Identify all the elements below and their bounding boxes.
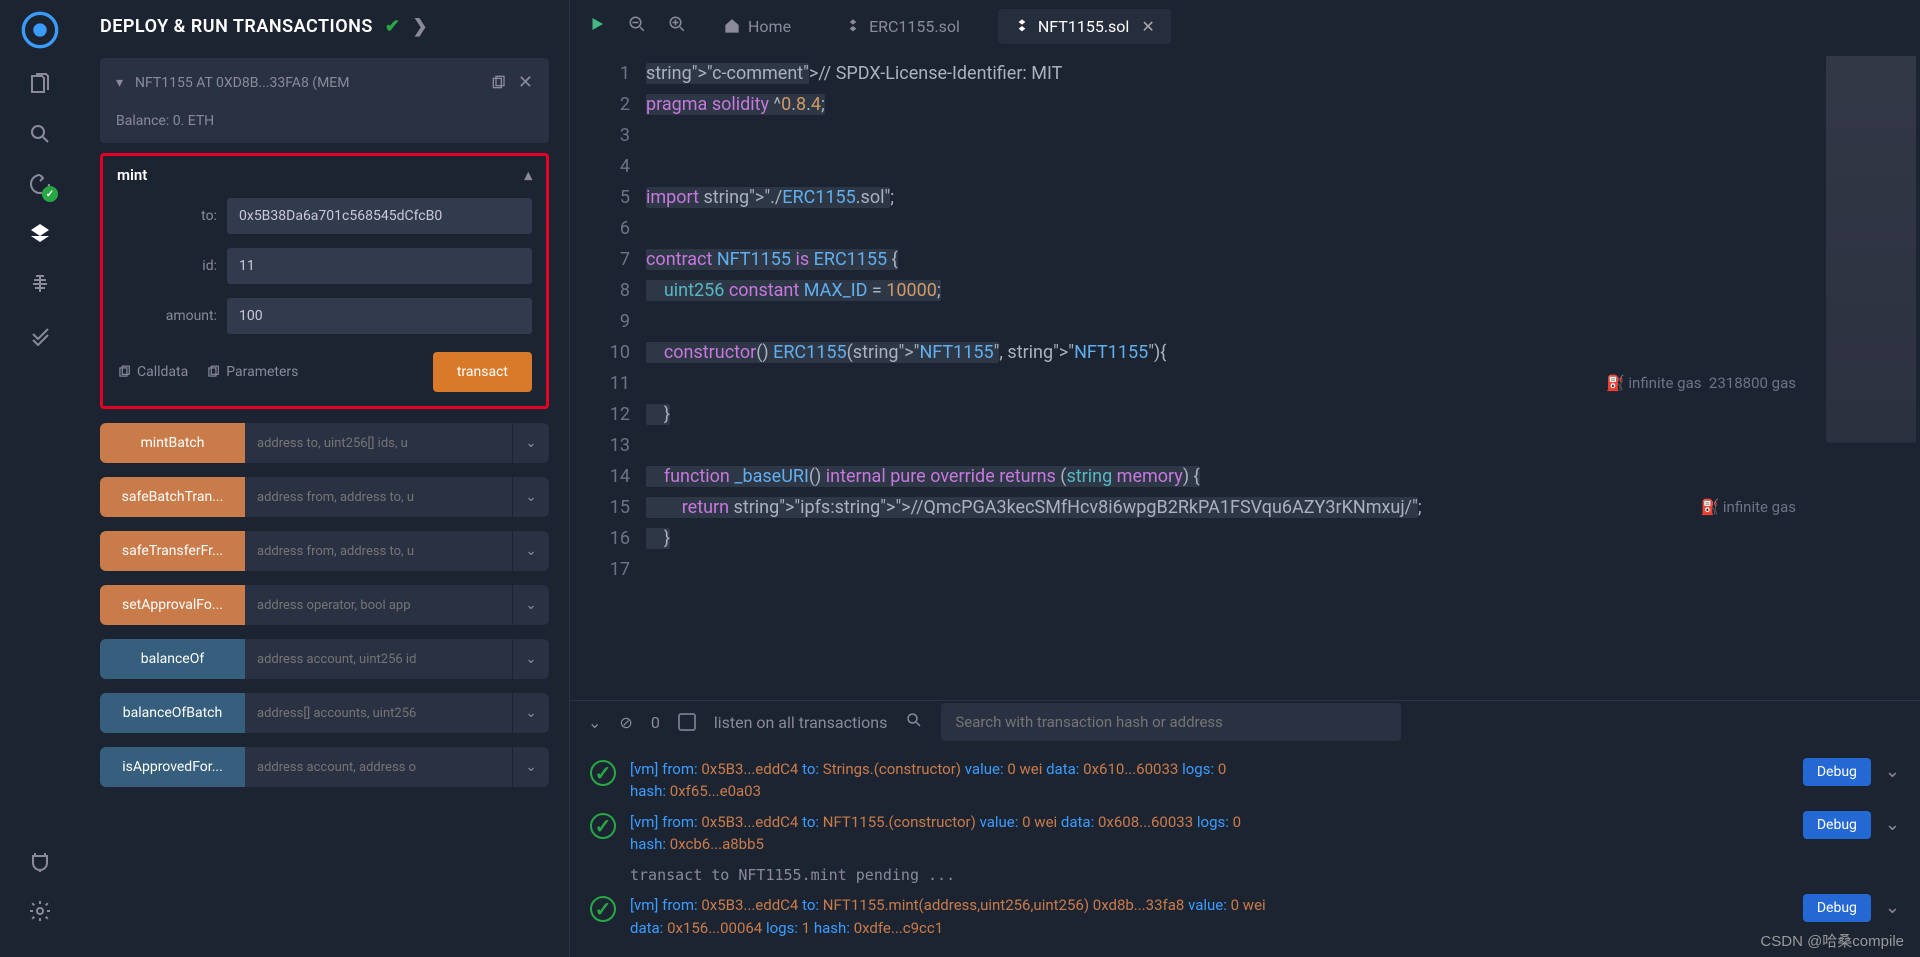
main-area: Home ERC1155.sol NFT1155.sol ✕ 123456789… xyxy=(570,0,1920,957)
fn-expand-icon[interactable]: ⌄ xyxy=(513,693,549,733)
search-icon[interactable] xyxy=(24,118,56,150)
contract-balance: Balance: 0. ETH xyxy=(116,113,533,129)
tx-row: ✓ [vm] from: 0x5B3...eddC4 to: NFT1155.m… xyxy=(590,894,1900,939)
copy-parameters-button[interactable]: Parameters xyxy=(206,364,298,380)
term-search-icon[interactable] xyxy=(905,711,923,733)
fn-args-input[interactable] xyxy=(245,531,512,571)
deploy-icon[interactable] xyxy=(24,218,56,250)
copy-address-icon[interactable] xyxy=(490,75,506,91)
terminal-toolbar: ⌄ ⊘ 0 listen on all transactions xyxy=(570,700,1920,744)
contract-title: NFT1155 AT 0XD8B...33FA8 (MEM xyxy=(135,75,478,91)
debug-button[interactable]: Debug xyxy=(1803,811,1871,839)
fn-expand-icon[interactable]: ⌄ xyxy=(513,585,549,625)
mint-to-input[interactable] xyxy=(227,198,532,234)
terminal-clear-icon[interactable]: ⊘ xyxy=(619,713,632,732)
function-row: mintBatch ⌄ xyxy=(100,423,549,463)
line-gutter: 1234567891011121314151617 xyxy=(570,52,642,700)
close-tab-icon[interactable]: ✕ xyxy=(1141,17,1154,36)
function-row: balanceOf ⌄ xyxy=(100,639,549,679)
pending-count: 0 xyxy=(651,713,660,732)
fn-button-isApprovedFor[interactable]: isApprovedFor... xyxy=(100,747,245,787)
settings-icon[interactable] xyxy=(24,895,56,927)
fn-expand-icon[interactable]: ⌄ xyxy=(513,423,549,463)
fn-args-input[interactable] xyxy=(245,693,512,733)
fn-button-safeBatchTran[interactable]: safeBatchTran... xyxy=(100,477,245,517)
fn-args-input[interactable] xyxy=(245,477,512,517)
copy-calldata-button[interactable]: Calldata xyxy=(117,364,188,380)
mint-id-label: id: xyxy=(117,258,217,274)
plugin-icon[interactable] xyxy=(24,845,56,877)
deploy-panel: DEPLOY & RUN TRANSACTIONS ✔ ❯ ▾ NFT1155 … xyxy=(80,0,570,957)
debugger-icon[interactable] xyxy=(24,268,56,300)
tx-pending-line: transact to NFT1155.mint pending ... xyxy=(630,864,1900,887)
debug-button[interactable]: Debug xyxy=(1803,894,1871,922)
mint-to-label: to: xyxy=(117,208,217,224)
fn-expand-icon[interactable]: ⌄ xyxy=(513,477,549,517)
minimap[interactable] xyxy=(1826,56,1916,700)
debug-button[interactable]: Debug xyxy=(1803,758,1871,786)
code-editor[interactable]: 1234567891011121314151617 string">"c-com… xyxy=(570,52,1920,700)
mint-amount-input[interactable] xyxy=(227,298,532,334)
tab-home[interactable]: Home xyxy=(708,9,807,44)
zoom-in-icon[interactable] xyxy=(668,15,686,37)
mint-id-input[interactable] xyxy=(227,248,532,284)
fn-button-setApprovalFo[interactable]: setApprovalFo... xyxy=(100,585,245,625)
run-icon[interactable] xyxy=(588,15,606,37)
watermark: CSDN @哈桑compile xyxy=(1760,930,1904,951)
transact-button[interactable]: transact xyxy=(433,352,532,392)
check-icon: ✔ xyxy=(385,16,401,37)
tab-nft1155[interactable]: NFT1155.sol ✕ xyxy=(998,9,1171,44)
function-row: safeBatchTran... ⌄ xyxy=(100,477,549,517)
terminal-collapse-icon[interactable]: ⌄ xyxy=(588,713,601,732)
fn-button-balanceOf[interactable]: balanceOf xyxy=(100,639,245,679)
file-explorer-icon[interactable] xyxy=(24,68,56,100)
listen-label: listen on all transactions xyxy=(714,713,888,732)
expand-tx-icon[interactable]: ⌄ xyxy=(1885,758,1900,785)
fn-button-safeTransferFr[interactable]: safeTransferFr... xyxy=(100,531,245,571)
deployed-contract: ▾ NFT1155 AT 0XD8B...33FA8 (MEM ✕ Balanc… xyxy=(100,58,549,143)
fn-args-input[interactable] xyxy=(245,585,512,625)
listen-checkbox[interactable] xyxy=(678,713,696,731)
tx-row: ✓ [vm] from: 0x5B3...eddC4 to: NFT1155.(… xyxy=(590,811,1900,856)
panel-header: DEPLOY & RUN TRANSACTIONS ✔ ❯ xyxy=(100,0,549,52)
zoom-out-icon[interactable] xyxy=(628,15,646,37)
fn-args-input[interactable] xyxy=(245,639,512,679)
editor-toolbar: Home ERC1155.sol NFT1155.sol ✕ xyxy=(570,0,1920,52)
fn-expand-icon[interactable]: ⌄ xyxy=(513,639,549,679)
mint-title: mint xyxy=(117,166,147,184)
close-contract-icon[interactable]: ✕ xyxy=(518,72,533,93)
mint-expanded-box: mint ▴ to: id: amount: Calldata Paramete… xyxy=(100,153,549,409)
fn-args-input[interactable] xyxy=(245,423,512,463)
terminal-output[interactable]: ✓ [vm] from: 0x5B3...eddC4 to: Strings.(… xyxy=(570,744,1920,957)
tx-row: ✓ [vm] from: 0x5B3...eddC4 to: Strings.(… xyxy=(590,758,1900,803)
fn-button-balanceOfBatch[interactable]: balanceOfBatch xyxy=(100,693,245,733)
success-icon: ✓ xyxy=(590,813,616,839)
function-list: mintBatch⌄safeBatchTran...⌄safeTransferF… xyxy=(100,423,549,787)
function-row: balanceOfBatch ⌄ xyxy=(100,693,549,733)
unit-test-icon[interactable] xyxy=(24,318,56,350)
chevron-down-icon[interactable]: ▾ xyxy=(116,75,123,91)
success-icon: ✓ xyxy=(590,760,616,786)
mint-amount-label: amount: xyxy=(117,308,217,324)
fn-button-mintBatch[interactable]: mintBatch xyxy=(100,423,245,463)
fn-expand-icon[interactable]: ⌄ xyxy=(513,747,549,787)
panel-title: DEPLOY & RUN TRANSACTIONS xyxy=(100,16,373,37)
chevron-right-icon[interactable]: ❯ xyxy=(412,16,428,37)
remix-logo xyxy=(20,10,60,50)
left-sidebar: ✓ xyxy=(0,0,80,957)
collapse-icon[interactable]: ▴ xyxy=(524,166,532,184)
expand-tx-icon[interactable]: ⌄ xyxy=(1885,894,1900,921)
function-row: isApprovedFor... ⌄ xyxy=(100,747,549,787)
fn-args-input[interactable] xyxy=(245,747,512,787)
expand-tx-icon[interactable]: ⌄ xyxy=(1885,811,1900,838)
code-body[interactable]: string">"c-comment">// SPDX-License-Iden… xyxy=(642,52,1826,700)
tab-erc1155[interactable]: ERC1155.sol xyxy=(829,9,976,44)
function-row: setApprovalFo... ⌄ xyxy=(100,585,549,625)
term-search-input[interactable] xyxy=(941,703,1401,741)
compiler-icon[interactable]: ✓ xyxy=(24,168,56,200)
fn-expand-icon[interactable]: ⌄ xyxy=(513,531,549,571)
function-row: safeTransferFr... ⌄ xyxy=(100,531,549,571)
success-icon: ✓ xyxy=(590,896,616,922)
